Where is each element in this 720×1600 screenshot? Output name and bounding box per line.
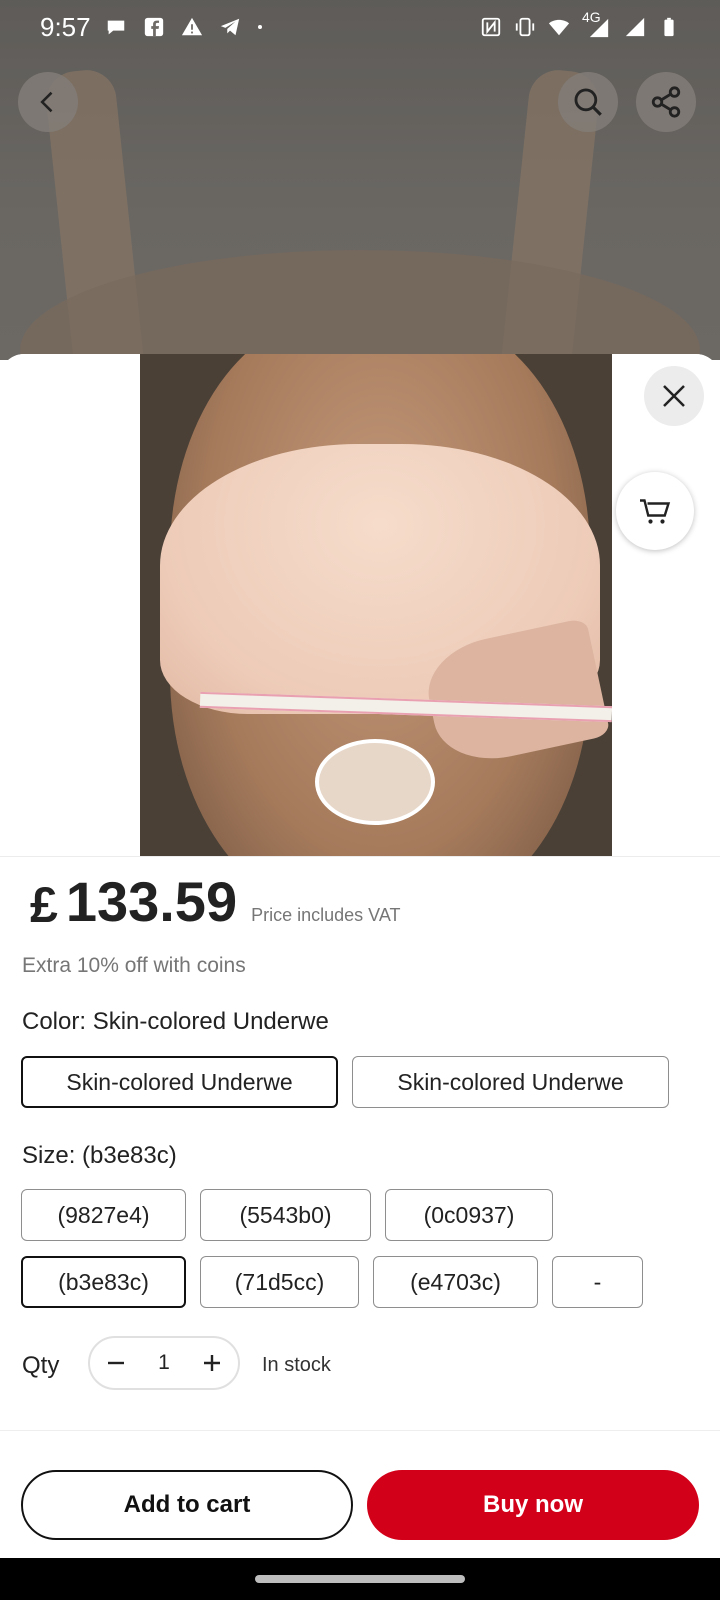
battery-icon (664, 17, 674, 37)
back-button[interactable] (18, 72, 78, 132)
quantity-stepper: 1 (88, 1336, 240, 1390)
close-icon (663, 385, 685, 407)
notification-icons (105, 16, 269, 38)
nfc-icon (481, 17, 501, 37)
currency-symbol: £ (30, 877, 58, 933)
quantity-value: 1 (158, 1351, 170, 1374)
facebook-icon (144, 17, 163, 37)
product-image[interactable] (0, 354, 720, 856)
telegram-icon (220, 18, 239, 36)
vat-note: Price includes VAT (251, 905, 401, 925)
warning-icon (181, 17, 202, 36)
price: 133.59 (65, 870, 238, 933)
chat-bubble-icon (107, 20, 124, 35)
chevron-left-icon (40, 91, 53, 113)
coins-discount-note: Extra 10% off with coins (22, 954, 246, 977)
color-option[interactable]: Skin-colored Underwe (352, 1056, 669, 1108)
system-icons: 4G (480, 9, 680, 39)
product-photo (140, 354, 612, 856)
product-options-sheet: £ 133.59 Price includes VAT Extra 10% of… (0, 354, 720, 1558)
minus-icon[interactable] (104, 1351, 128, 1375)
size-label: Size: (b3e83c) (22, 1142, 177, 1169)
status-bar: 9:57 4G (0, 0, 720, 54)
plus-icon[interactable] (200, 1351, 224, 1375)
divider (0, 856, 720, 857)
close-button[interactable] (644, 366, 704, 426)
qty-label: Qty (22, 1352, 60, 1379)
home-indicator[interactable] (255, 1575, 465, 1583)
modal-scrim[interactable] (0, 0, 720, 360)
color-label: Color: Skin-colored Underwe (22, 1008, 329, 1035)
divider (0, 1430, 720, 1431)
cart-button[interactable] (616, 472, 694, 550)
price-row: £ 133.59 Price includes VAT (30, 870, 401, 933)
size-option[interactable]: (b3e83c) (21, 1256, 186, 1308)
size-option[interactable]: - (552, 1256, 643, 1308)
share-icon (651, 86, 681, 118)
search-icon (574, 88, 602, 116)
size-option[interactable]: (0c0937) (385, 1189, 553, 1241)
background-product-page (0, 0, 720, 360)
size-option[interactable]: (71d5cc) (200, 1256, 359, 1308)
wifi-icon (548, 19, 570, 36)
size-option[interactable]: (e4703c) (373, 1256, 538, 1308)
signal-icon (589, 18, 609, 38)
color-option[interactable]: Skin-colored Underwe (21, 1056, 338, 1108)
dot-icon (257, 25, 262, 29)
search-button[interactable] (558, 72, 618, 132)
size-option[interactable]: (5543b0) (200, 1189, 371, 1241)
signal-4g: 4G (582, 9, 612, 39)
cart-icon (640, 499, 671, 524)
vibrate-icon (515, 17, 535, 37)
add-to-cart-button[interactable]: Add to cart (21, 1470, 353, 1540)
stock-status: In stock (262, 1354, 331, 1376)
status-time: 9:57 (40, 11, 91, 42)
size-option[interactable]: (9827e4) (21, 1189, 186, 1241)
signal-icon (625, 17, 645, 37)
buy-now-button[interactable]: Buy now (367, 1470, 699, 1540)
share-button[interactable] (636, 72, 696, 132)
